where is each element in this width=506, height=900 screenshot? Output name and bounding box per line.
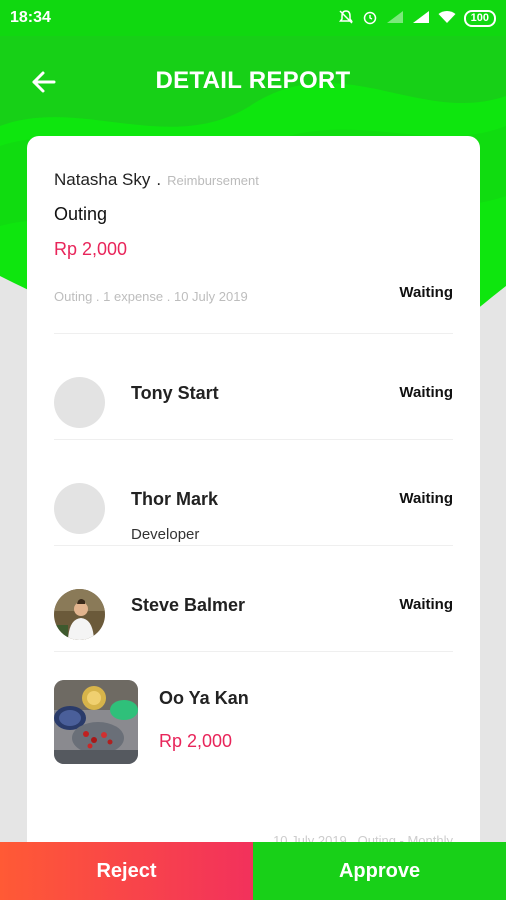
reject-button[interactable]: Reject [0,842,253,900]
app-bar: DETAIL REPORT [0,56,506,106]
battery-indicator: 100 [463,9,496,27]
expense-item[interactable]: Oo Ya Kan Rp 2,000 [54,652,453,792]
report-summary[interactable]: Natasha Sky . Reimbursement Outing Rp 2,… [27,136,480,333]
requester-line: Natasha Sky . Reimbursement [54,170,453,190]
requester-name: Natasha Sky [54,170,151,189]
approve-button[interactable]: Approve [253,842,506,900]
separator-dot: . [156,170,162,189]
arrow-left-icon [32,71,56,93]
approver-row[interactable]: Steve Balmer Waiting [54,546,453,651]
signal-icon [412,10,430,27]
expense-photo [54,680,138,764]
action-bar: Reject Approve [0,842,506,900]
approver-status: Waiting [399,596,453,613]
approver-row[interactable]: Tony Start Waiting [54,334,453,439]
report-meta: Outing . 1 expense . 10 July 2019 [54,289,248,304]
report-card: Natasha Sky . Reimbursement Outing Rp 2,… [27,136,480,856]
approver-name: Thor Mark [131,489,219,509]
signal-weak-icon [386,10,404,27]
report-amount: Rp 2,000 [54,239,128,259]
back-button[interactable] [26,64,62,100]
approver-status: Waiting [399,384,453,401]
expense-amount: Rp 2,000 [159,731,233,751]
approver-status: Waiting [399,490,453,507]
approver-name: Steve Balmer [131,595,246,615]
request-type: Reimbursement [167,173,259,188]
avatar-photo [54,589,105,640]
mute-icon [338,9,354,28]
report-status: Waiting [399,284,453,301]
alarm-icon [362,9,378,28]
status-icons: 100 [338,9,496,28]
approver-name: Tony Start [131,383,219,403]
avatar-placeholder [54,377,105,428]
avatar-placeholder [54,483,105,534]
approver-row[interactable]: Thor Mark Developer Waiting [54,440,453,545]
page-title: DETAIL REPORT [155,67,351,94]
status-bar: 18:34 100 [0,0,506,36]
status-time: 18:34 [10,9,51,26]
approver-role: Developer [131,526,200,543]
report-title: Outing [54,204,108,224]
wifi-icon [438,10,456,27]
expense-name: Oo Ya Kan [159,688,249,708]
